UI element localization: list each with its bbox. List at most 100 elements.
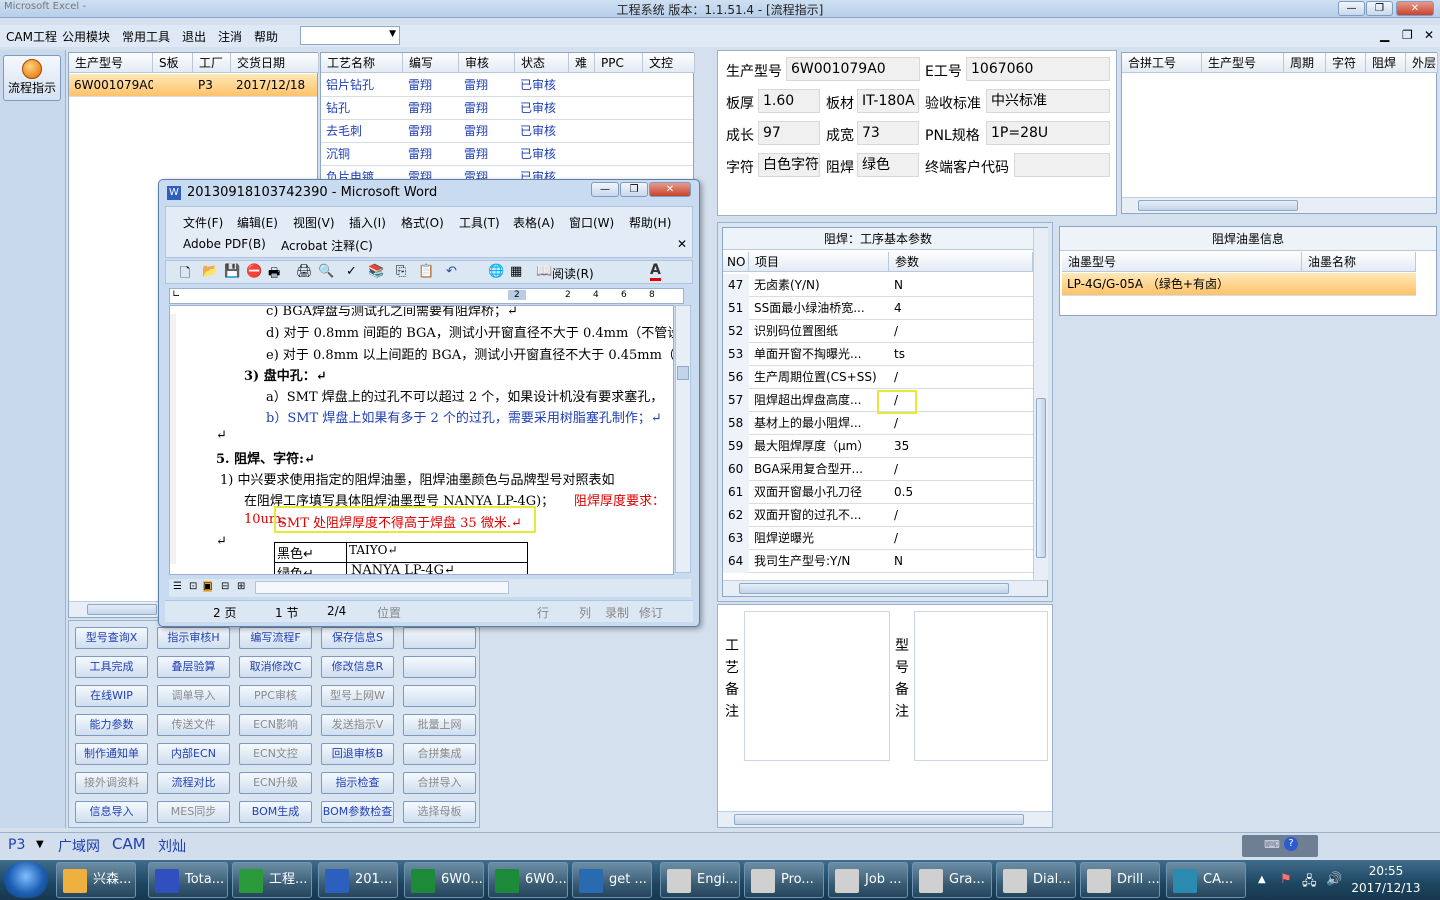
doc-close-icon[interactable]: ✕ — [677, 237, 687, 251]
col-ppc[interactable]: PPC — [595, 53, 643, 73]
cancel-edit-button[interactable]: 取消修改C — [239, 656, 312, 678]
info-import-button[interactable]: 信息导入 — [75, 801, 148, 823]
word-menu-tools[interactable]: 工具(T) — [459, 214, 500, 231]
blank-button[interactable] — [403, 656, 476, 678]
col-ink-name[interactable]: 油墨名称 — [1302, 252, 1416, 272]
model-online-button[interactable]: 型号上网W — [321, 685, 394, 707]
doc-hscroll[interactable] — [255, 581, 509, 594]
external-data-button[interactable]: 接外调资料 — [75, 772, 148, 794]
table-row[interactable]: 64 我司生产型号:Y/N N — [723, 550, 1033, 573]
merge-import-button[interactable]: 合拼导入 — [403, 772, 476, 794]
word-menu-format[interactable]: 格式(O) — [401, 214, 444, 231]
status-revision[interactable]: 修订 — [639, 604, 663, 621]
ruler[interactable]: ∟ 2 2 4 6 8 — [169, 288, 684, 304]
web-view-icon[interactable]: ⊡ — [189, 581, 197, 592]
ecn-impact-button[interactable]: ECN影响 — [239, 714, 312, 736]
network-icon[interactable]: 🖧 — [1302, 872, 1317, 894]
word-minimize-button[interactable]: — — [591, 182, 619, 197]
word-menu-help[interactable]: 帮助(H) — [629, 214, 671, 231]
col-ink-model[interactable]: 油墨型号 — [1062, 252, 1302, 272]
save-icon[interactable]: 💾 — [224, 264, 240, 279]
instruction-check-button[interactable]: 指示检查 — [321, 772, 394, 794]
menu-logout[interactable]: 注消 — [218, 28, 242, 45]
table-row[interactable]: 去毛刺 雷翔 雷翔 已审核 — [321, 120, 693, 143]
params-hscroll[interactable] — [723, 580, 1047, 596]
table-row[interactable]: 60 BGA采用复合型开... / — [723, 458, 1033, 481]
clock-date[interactable]: 2017/12/13 — [1348, 881, 1424, 895]
word-menu-view[interactable]: 视图(V) — [293, 214, 335, 231]
word-menu-insert[interactable]: 插入(I) — [349, 214, 386, 231]
table-icon[interactable]: ▦ — [510, 264, 522, 279]
paste-icon[interactable]: 📋 — [418, 264, 434, 279]
mask-field[interactable]: 绿色 — [857, 153, 919, 177]
col-process-name[interactable]: 工艺名称 — [321, 53, 403, 73]
flow-compare-button[interactable]: 流程对比 — [157, 772, 230, 794]
print-icon[interactable]: 🖨 — [296, 264, 313, 279]
scroll-thumb[interactable] — [677, 366, 689, 380]
rollback-review-button[interactable]: 回退审核B — [321, 743, 394, 765]
col-reviewer[interactable]: 审核 — [459, 53, 515, 73]
word-close-button[interactable]: ✕ — [649, 182, 691, 197]
internal-ecn-button[interactable]: 内部ECN — [157, 743, 230, 765]
taskbar-item[interactable]: Engi... — [660, 862, 740, 898]
menu-combo[interactable]: ▼ — [300, 26, 400, 45]
col-char[interactable]: 字符 — [1326, 53, 1366, 73]
pnl-field[interactable]: 1P=28U — [986, 121, 1110, 145]
thickness-field[interactable]: 1.60 — [758, 89, 820, 113]
table-row[interactable]: 6W001079A0 P3 2017/12/18 — [69, 74, 317, 97]
start-button[interactable] — [4, 862, 48, 898]
menu-help[interactable]: 帮助 — [254, 28, 278, 45]
review-button[interactable]: 指示审核H — [157, 627, 230, 649]
taskbar-item[interactable]: 兴森... — [56, 862, 136, 898]
print-preview-icon[interactable]: 🔍 — [318, 264, 334, 279]
maximize-button[interactable]: ❐ — [1366, 1, 1393, 16]
send-instruction-button[interactable]: 发送指示V — [321, 714, 394, 736]
reading-view-icon[interactable]: ⊞ — [237, 581, 245, 592]
table-row[interactable]: 钻孔 雷翔 雷翔 已审核 — [321, 97, 693, 120]
model-notes-field[interactable] — [914, 611, 1048, 761]
word-menu-file[interactable]: 文件(F) — [183, 214, 223, 231]
merge-integrate-button[interactable]: 合拼集成 — [403, 743, 476, 765]
help-icon[interactable]: ? — [1284, 837, 1298, 851]
notice-button[interactable]: 制作通知单 — [75, 743, 148, 765]
taskbar-item[interactable]: 6W0... — [404, 862, 484, 898]
print-view-icon[interactable]: ▣ — [203, 581, 213, 592]
word-maximize-button[interactable]: ❐ — [620, 182, 648, 197]
col-factory[interactable]: 工厂 — [193, 53, 231, 73]
col-author[interactable]: 编写 — [403, 53, 459, 73]
col-doc-control[interactable]: 文控 — [643, 53, 695, 73]
col-outer[interactable]: 外层 — [1406, 53, 1438, 73]
spelling-icon[interactable]: ✓ — [346, 264, 357, 279]
table-row[interactable]: 53 单面开窗不掏曝光... ts — [723, 343, 1033, 366]
table-row[interactable]: 56 生产周期位置(CS+SS) / — [723, 366, 1033, 389]
batch-online-button[interactable]: 批量上网 — [403, 714, 476, 736]
ecn-upgrade-button[interactable]: ECN升级 — [239, 772, 312, 794]
bom-generate-button[interactable]: BOM生成 — [239, 801, 312, 823]
pdf-icon[interactable]: 🖶 — [268, 264, 280, 286]
tool-done-button[interactable]: 工具完成 — [75, 656, 148, 678]
read-icon[interactable]: 📖 — [536, 264, 552, 279]
menu-common-module[interactable]: 公用模块 — [62, 28, 110, 45]
doc-vscroll[interactable] — [675, 305, 691, 573]
word-menu-window[interactable]: 窗口(W) — [569, 214, 614, 231]
minimize-button[interactable]: — — [1338, 1, 1365, 16]
tray-expand-icon[interactable]: ▲ — [1258, 874, 1266, 885]
col-model[interactable]: 生产型号 — [69, 53, 153, 73]
taskbar-item[interactable]: 工程... — [232, 862, 312, 898]
scroll-thumb[interactable] — [1036, 398, 1046, 558]
notes-hscroll[interactable] — [718, 811, 1052, 827]
close-button[interactable]: ✕ — [1396, 1, 1434, 16]
col-cycle[interactable]: 周期 — [1284, 53, 1326, 73]
col-item[interactable]: 项目 — [749, 252, 889, 272]
mes-sync-button[interactable]: MES同步 — [157, 801, 230, 823]
keyboard-icon[interactable]: ⌨ — [1264, 838, 1280, 851]
outline-view-icon[interactable]: ⊟ — [221, 581, 229, 592]
open-icon[interactable]: 📂 — [202, 264, 218, 279]
menu-cam[interactable]: CAM工程 — [6, 28, 57, 45]
stackup-check-button[interactable]: 叠层验算 — [157, 656, 230, 678]
menu-common-tools[interactable]: 常用工具 — [122, 28, 170, 45]
taskbar-item[interactable]: 201... — [318, 862, 398, 898]
customer-field[interactable] — [1014, 153, 1110, 177]
save-info-button[interactable]: 保存信息S — [321, 627, 394, 649]
word-menu-edit[interactable]: 编辑(E) — [237, 214, 278, 231]
